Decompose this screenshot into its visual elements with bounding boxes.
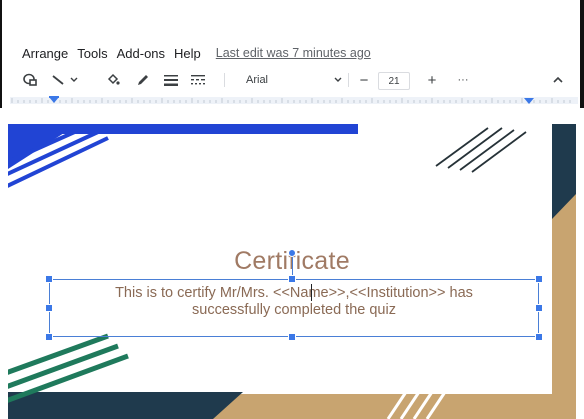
resize-handle-top-left[interactable]: [45, 275, 53, 283]
line-icon[interactable]: [50, 70, 66, 90]
toolbar-separator: [224, 73, 225, 87]
menu-arrange[interactable]: Arrange: [22, 46, 68, 61]
resize-handle-left[interactable]: [45, 304, 53, 312]
menu-help[interactable]: Help: [174, 46, 201, 61]
toolbar: Arial − 21 + ···: [18, 70, 580, 90]
resize-handle-bottom-left[interactable]: [45, 333, 53, 341]
text-cursor: [311, 284, 312, 301]
menu-bar: Arrange Tools Add-ons Help Last edit was…: [22, 44, 371, 62]
toolbar-separator: [348, 73, 349, 87]
font-size-input[interactable]: 21: [378, 72, 410, 90]
line-dropdown-icon[interactable]: [68, 70, 80, 90]
body-line-2: successfully completed the quiz: [192, 302, 396, 318]
horizontal-ruler[interactable]: [10, 96, 578, 105]
rotate-handle[interactable]: [288, 249, 296, 257]
resize-handle-right[interactable]: [535, 304, 543, 312]
fill-color-icon[interactable]: [104, 70, 122, 90]
font-family-select[interactable]: Arial: [246, 70, 276, 90]
border-dash-icon[interactable]: [188, 70, 208, 90]
border-weight-icon[interactable]: [162, 70, 180, 90]
font-dropdown-icon[interactable]: [332, 70, 344, 90]
body-line-1: This is to certify Mr/Mrs. <<Name>>,<<In…: [115, 285, 473, 301]
certificate-body-text[interactable]: This is to certify Mr/Mrs. <<Name>>,<<In…: [49, 285, 539, 319]
last-edit-link[interactable]: Last edit was 7 minutes ago: [216, 46, 371, 60]
decrease-font-size-button[interactable]: −: [356, 70, 372, 90]
resize-handle-bottom-right[interactable]: [535, 333, 543, 341]
menu-add-ons[interactable]: Add-ons: [117, 46, 165, 61]
resize-handle-top[interactable]: [288, 275, 296, 283]
resize-handle-bottom[interactable]: [288, 333, 296, 341]
shape-icon[interactable]: [20, 70, 42, 90]
increase-font-size-button[interactable]: +: [424, 70, 440, 90]
menu-tools[interactable]: Tools: [77, 46, 107, 61]
resize-handle-top-right[interactable]: [535, 275, 543, 283]
more-options-button[interactable]: ···: [452, 70, 474, 90]
border-color-icon[interactable]: [134, 70, 152, 90]
collapse-toolbar-button[interactable]: [550, 70, 566, 90]
